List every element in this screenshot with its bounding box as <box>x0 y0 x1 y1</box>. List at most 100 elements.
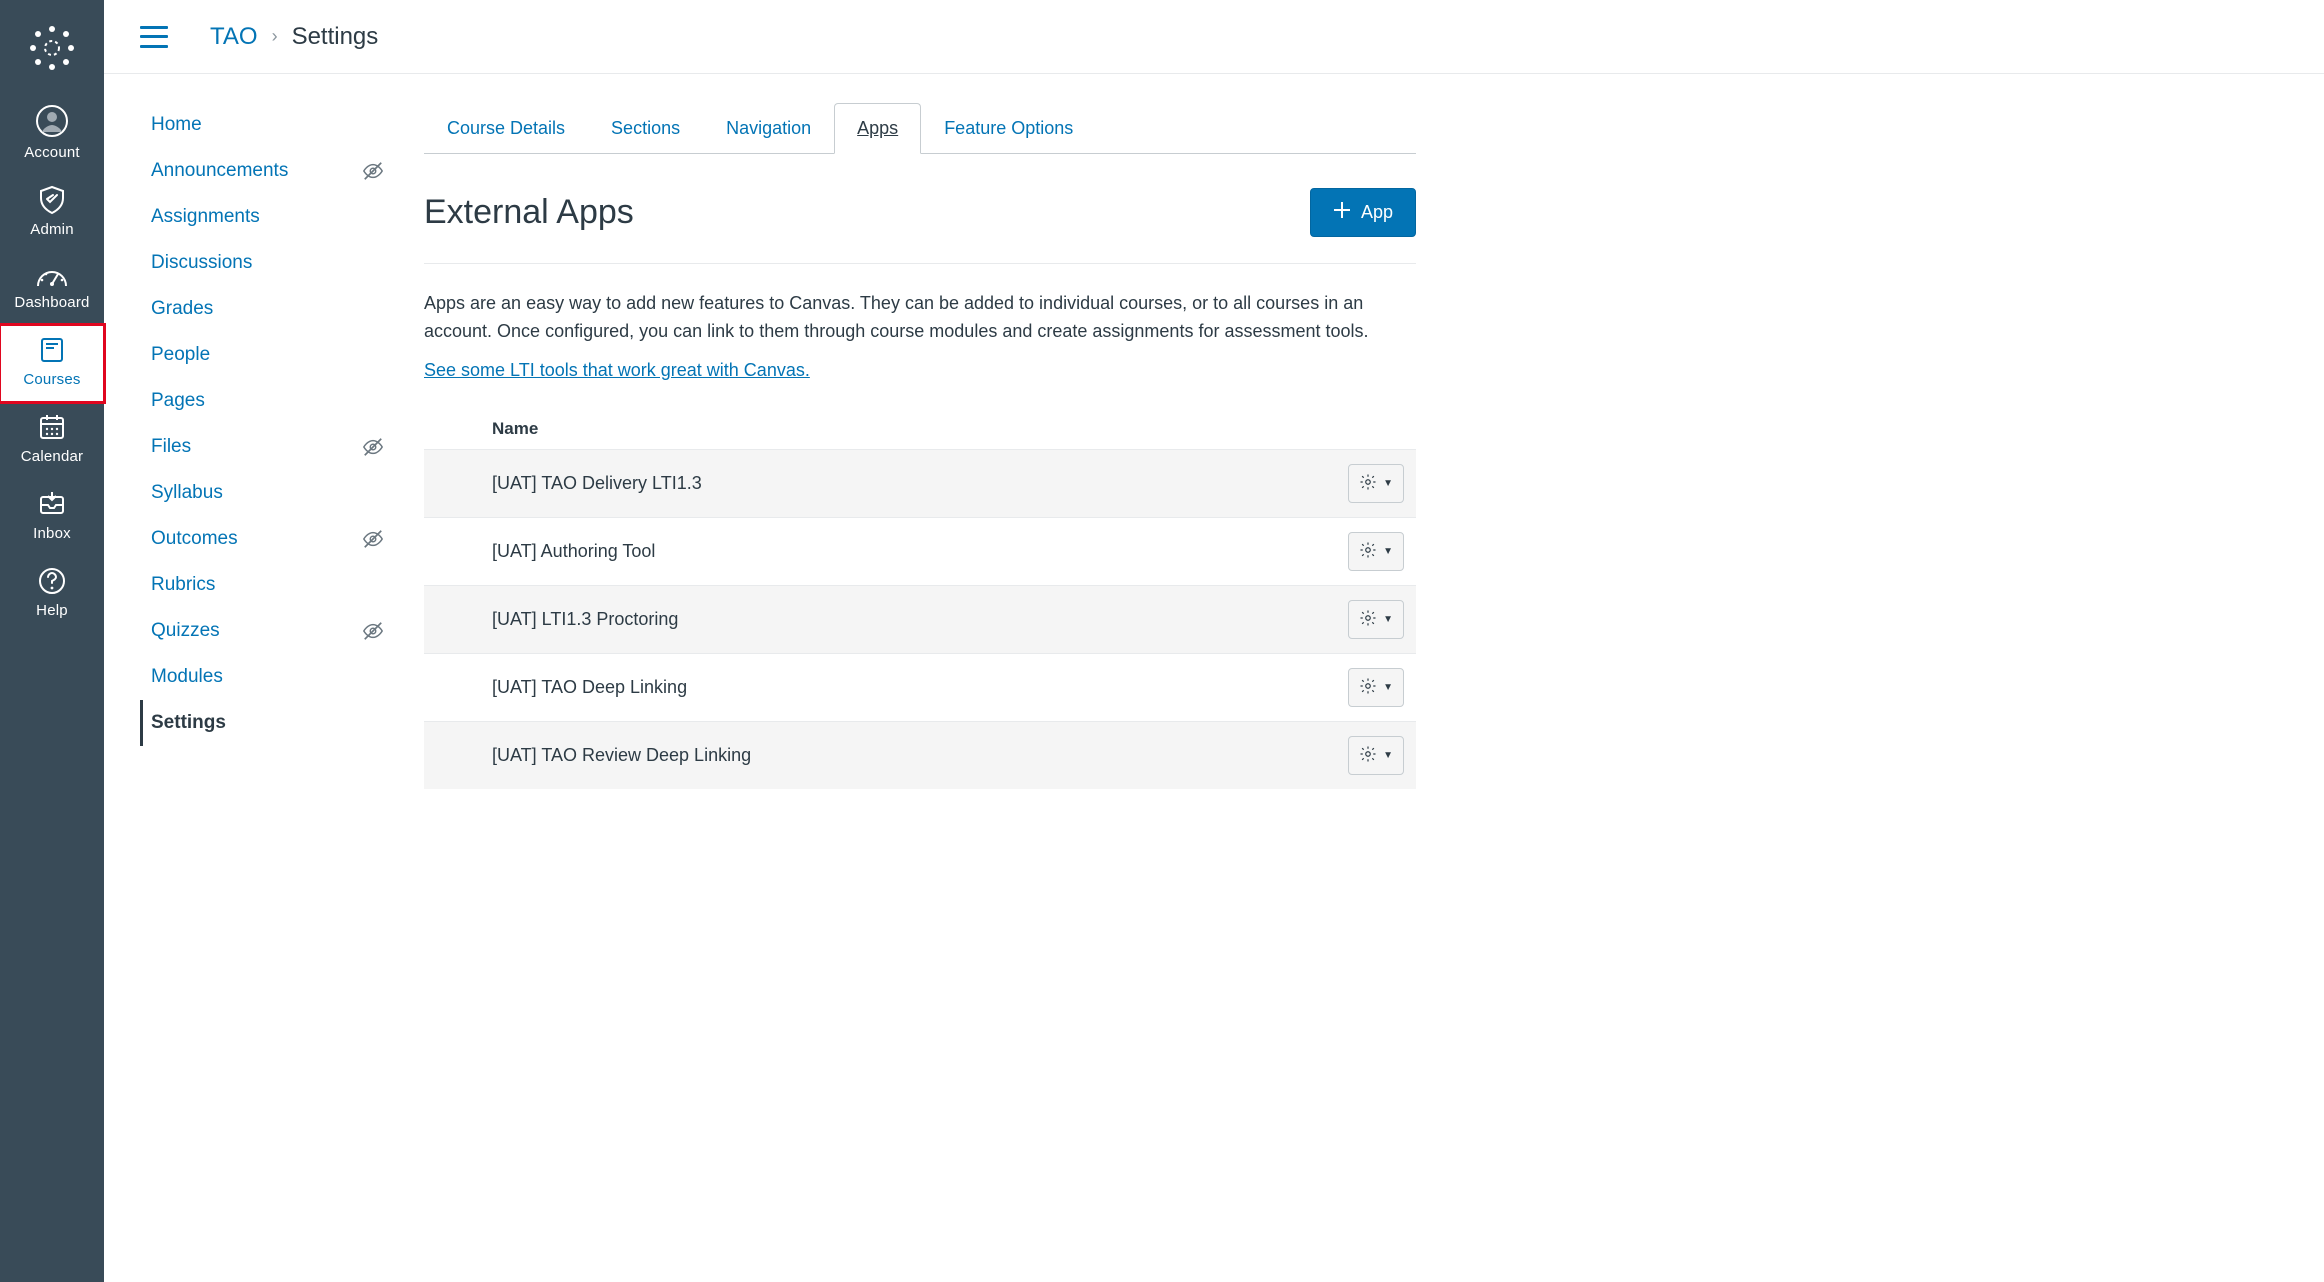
nav-help-label: Help <box>36 602 68 619</box>
nav-inbox[interactable]: Inbox <box>0 479 104 556</box>
course-nav-item[interactable]: Assignments <box>140 194 396 240</box>
tab[interactable]: Apps <box>834 103 921 154</box>
nav-account-label: Account <box>24 144 80 161</box>
nav-admin[interactable]: Admin <box>0 175 104 252</box>
tab[interactable]: Feature Options <box>921 103 1096 154</box>
nav-calendar-label: Calendar <box>21 448 83 465</box>
heading-row: External Apps App <box>424 188 1416 264</box>
tab[interactable]: Course Details <box>424 103 588 154</box>
course-nav-item[interactable]: Settings <box>140 700 396 746</box>
course-nav-item[interactable]: Quizzes <box>140 608 396 654</box>
apps-description: Apps are an easy way to add new features… <box>424 290 1416 346</box>
course-nav-link[interactable]: Files <box>151 436 191 458</box>
page: TAO › Settings Home Announcements Assignme… <box>104 0 2324 829</box>
course-nav-item[interactable]: Grades <box>140 286 396 332</box>
course-nav-link[interactable]: Modules <box>151 666 223 688</box>
add-app-button[interactable]: App <box>1310 188 1416 237</box>
course-nav-link[interactable]: Assignments <box>151 206 260 228</box>
course-nav-link[interactable]: Grades <box>151 298 213 320</box>
course-nav-item[interactable]: Outcomes <box>140 516 396 562</box>
app-actions-cell: ▼ <box>1336 449 1416 517</box>
app-name-cell: [UAT] Authoring Tool <box>424 517 1336 585</box>
hamburger-menu[interactable] <box>140 26 168 48</box>
tab[interactable]: Navigation <box>703 103 834 154</box>
app-settings-button[interactable]: ▼ <box>1348 668 1404 707</box>
course-nav-item[interactable]: Files <box>140 424 396 470</box>
gear-icon <box>1359 473 1377 494</box>
course-nav-link[interactable]: People <box>151 344 210 366</box>
nav-dashboard-label: Dashboard <box>14 294 89 311</box>
table-row: [UAT] LTI1.3 Proctoring ▼ <box>424 585 1416 653</box>
app-actions-cell: ▼ <box>1336 653 1416 721</box>
course-nav-item[interactable]: Discussions <box>140 240 396 286</box>
app-settings-button[interactable]: ▼ <box>1348 464 1404 503</box>
course-nav-link[interactable]: Pages <box>151 390 205 412</box>
eye-off-icon <box>362 620 392 642</box>
course-nav-link[interactable]: Discussions <box>151 252 252 274</box>
gear-icon <box>1359 541 1377 562</box>
course-nav-link[interactable]: Syllabus <box>151 482 223 504</box>
caret-down-icon: ▼ <box>1383 682 1393 693</box>
course-nav-item[interactable]: People <box>140 332 396 378</box>
course-nav-link[interactable]: Quizzes <box>151 620 220 642</box>
app-actions-cell: ▼ <box>1336 585 1416 653</box>
app-name-cell: [UAT] TAO Deep Linking <box>424 653 1336 721</box>
course-nav-link[interactable]: Settings <box>151 712 226 734</box>
app-settings-button[interactable]: ▼ <box>1348 532 1404 571</box>
app-name-cell: [UAT] LTI1.3 Proctoring <box>424 585 1336 653</box>
nav-courses-label: Courses <box>23 371 80 388</box>
table-row: [UAT] Authoring Tool ▼ <box>424 517 1416 585</box>
eye-off-icon <box>362 528 392 550</box>
topbar: TAO › Settings <box>104 0 2324 74</box>
nav-calendar[interactable]: Calendar <box>0 402 104 479</box>
canvas-logo[interactable] <box>24 20 80 76</box>
tab[interactable]: Sections <box>588 103 703 154</box>
course-nav-link[interactable]: Outcomes <box>151 528 238 550</box>
course-nav: Home Announcements Assignments Discussions G… <box>140 102 396 789</box>
app-name-cell: [UAT] TAO Delivery LTI1.3 <box>424 449 1336 517</box>
plus-icon <box>1333 201 1351 224</box>
table-row: [UAT] TAO Delivery LTI1.3 ▼ <box>424 449 1416 517</box>
shield-icon <box>37 185 67 215</box>
course-nav-item[interactable]: Announcements <box>140 148 396 194</box>
nav-courses[interactable]: Courses <box>0 325 104 402</box>
add-app-button-label: App <box>1361 202 1393 223</box>
app-settings-button[interactable]: ▼ <box>1348 736 1404 775</box>
course-nav-item[interactable]: Home <box>140 102 396 148</box>
calendar-icon <box>37 412 67 442</box>
app-actions-cell: ▼ <box>1336 517 1416 585</box>
course-nav-item[interactable]: Rubrics <box>140 562 396 608</box>
nav-account[interactable]: Account <box>0 94 104 175</box>
breadcrumb-current: Settings <box>292 23 379 51</box>
course-nav-link[interactable]: Announcements <box>151 160 288 182</box>
nav-inbox-label: Inbox <box>33 525 71 542</box>
gear-icon <box>1359 609 1377 630</box>
help-icon <box>37 566 67 596</box>
app-actions-cell: ▼ <box>1336 721 1416 789</box>
book-icon <box>37 335 67 365</box>
gear-icon <box>1359 745 1377 766</box>
page-title: External Apps <box>424 193 634 232</box>
caret-down-icon: ▼ <box>1383 478 1393 489</box>
course-nav-item[interactable]: Modules <box>140 654 396 700</box>
chevron-right-icon: › <box>272 26 278 47</box>
course-nav-link[interactable]: Home <box>151 114 202 136</box>
table-row: [UAT] TAO Deep Linking ▼ <box>424 653 1416 721</box>
global-nav: Account Admin Dashboard Courses Calendar… <box>0 0 104 1282</box>
content: Course DetailsSectionsNavigationAppsFeat… <box>396 102 1416 789</box>
gear-icon <box>1359 677 1377 698</box>
lti-tools-link[interactable]: See some LTI tools that work great with … <box>424 360 810 381</box>
caret-down-icon: ▼ <box>1383 546 1393 557</box>
eye-off-icon <box>362 436 392 458</box>
user-icon <box>35 104 69 138</box>
caret-down-icon: ▼ <box>1383 750 1393 761</box>
breadcrumb: TAO › Settings <box>210 23 378 51</box>
course-nav-item[interactable]: Pages <box>140 378 396 424</box>
nav-help[interactable]: Help <box>0 556 104 633</box>
app-settings-button[interactable]: ▼ <box>1348 600 1404 639</box>
course-nav-item[interactable]: Syllabus <box>140 470 396 516</box>
app-name-cell: [UAT] TAO Review Deep Linking <box>424 721 1336 789</box>
nav-dashboard[interactable]: Dashboard <box>0 252 104 325</box>
course-nav-link[interactable]: Rubrics <box>151 574 215 596</box>
breadcrumb-course[interactable]: TAO <box>210 23 258 51</box>
